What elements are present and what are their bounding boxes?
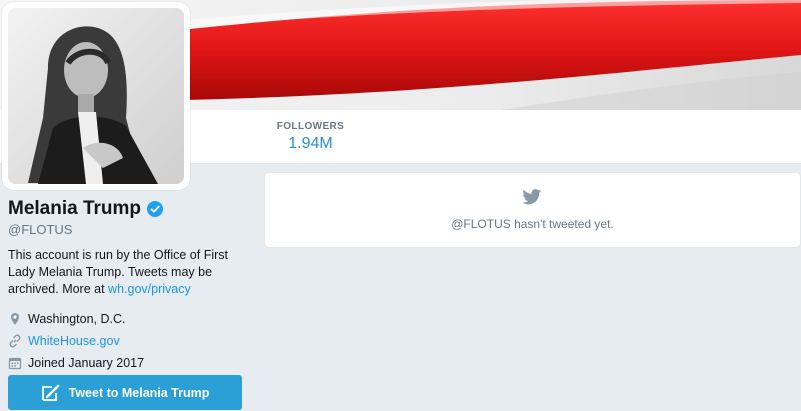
compose-tweet-icon	[41, 384, 59, 401]
no-tweets-message: @FLOTUS hasn't tweeted yet.	[451, 217, 614, 231]
twitter-bird-icon	[522, 189, 542, 205]
profile-joined-date: Joined January 2017	[28, 356, 145, 370]
tweet-to-button[interactable]: Tweet to Melania Trump	[8, 375, 242, 410]
joined-row: Joined January 2017	[8, 354, 253, 372]
link-icon	[9, 334, 21, 348]
avatar-photo	[8, 8, 184, 184]
profile-card: Melania Trump @FLOTUS This account is ru…	[8, 198, 253, 372]
profile-location: Washington, D.C.	[28, 312, 126, 326]
followers-count: 1.94M	[288, 135, 333, 152]
followers-stat[interactable]: FOLLOWERS 1.94M	[263, 121, 358, 153]
profile-bio: This account is run by the Office of Fir…	[8, 247, 243, 298]
timeline-empty-card: @FLOTUS hasn't tweeted yet.	[264, 172, 801, 248]
verified-badge-icon	[147, 201, 164, 217]
location-pin-icon	[11, 313, 19, 325]
bio-privacy-link[interactable]: wh.gov/privacy	[108, 282, 191, 296]
profile-website-link[interactable]: WhiteHouse.gov	[28, 334, 120, 348]
profile-avatar[interactable]	[2, 2, 190, 190]
followers-label: FOLLOWERS	[276, 121, 345, 132]
website-row: WhiteHouse.gov	[8, 332, 253, 350]
name-row: Melania Trump	[8, 198, 253, 220]
tweet-to-button-label: Tweet to Melania Trump	[68, 385, 210, 400]
avatar-portrait-image	[8, 8, 184, 184]
calendar-icon	[8, 357, 22, 370]
profile-name[interactable]: Melania Trump	[8, 198, 141, 220]
profile-handle[interactable]: @FLOTUS	[8, 222, 253, 237]
location-row: Washington, D.C.	[8, 310, 253, 328]
